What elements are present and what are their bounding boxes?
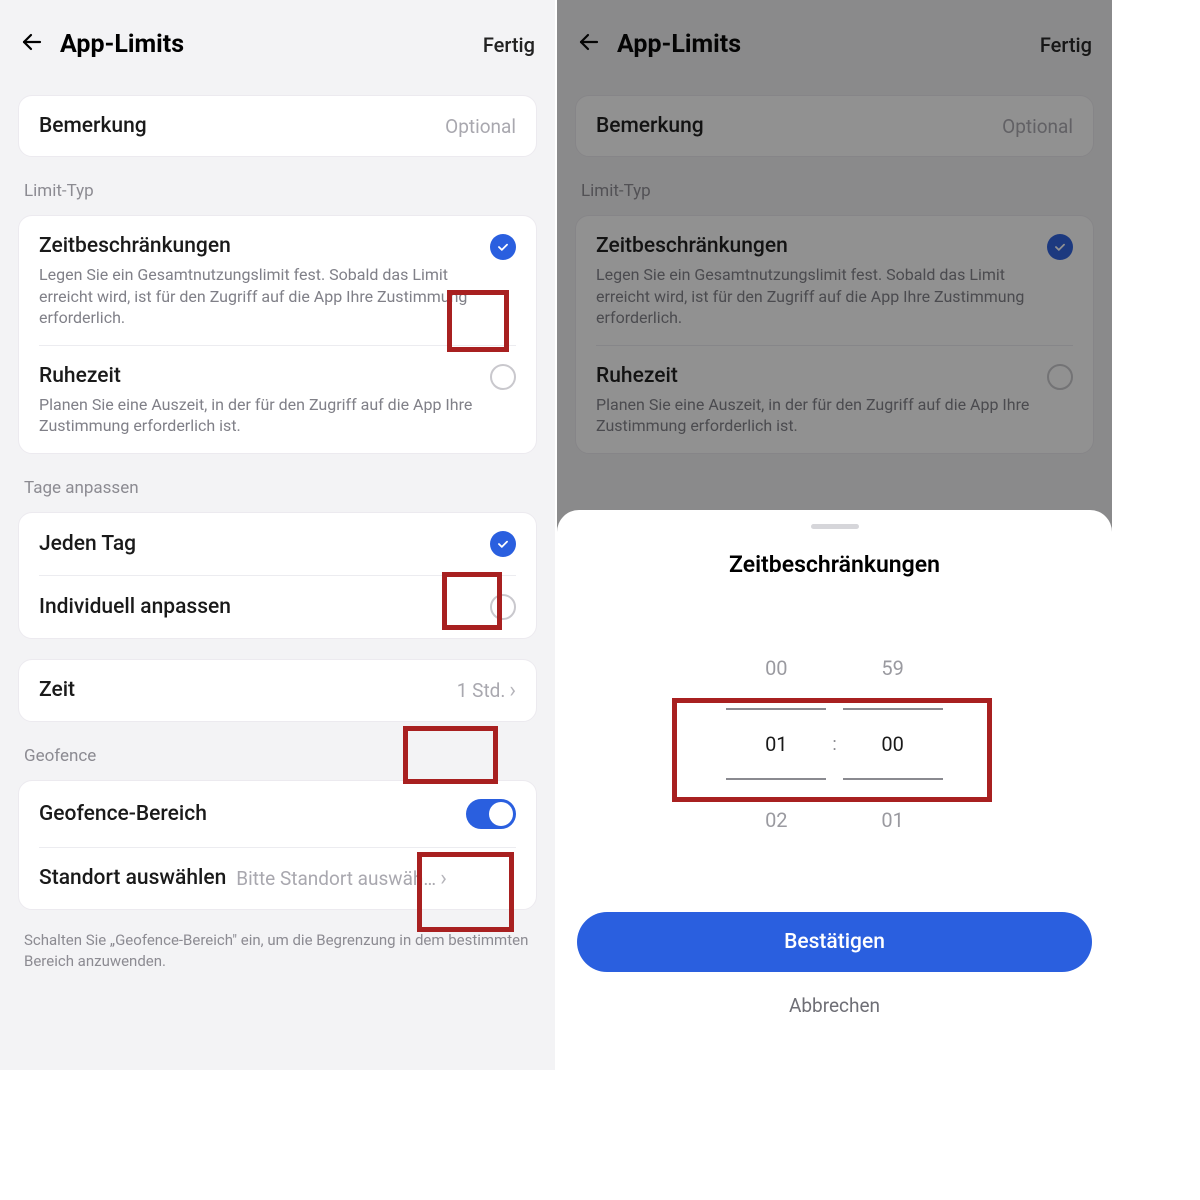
geofence-area-row[interactable]: Geofence-Bereich — [19, 781, 536, 847]
time-limit-radio-checked-icon[interactable] — [490, 234, 516, 260]
hours-next: 02 — [726, 780, 826, 860]
time-card: Zeit 1 Std. › — [18, 659, 537, 722]
select-location-label: Standort auswählen — [39, 866, 226, 890]
geofence-section: Geofence — [18, 742, 537, 780]
time-limit-option[interactable]: Zeitbeschränkungen Legen Sie ein Gesamtn… — [19, 216, 536, 345]
every-day-radio-checked-icon[interactable] — [490, 531, 516, 557]
time-limit-title: Zeitbeschränkungen — [39, 234, 490, 258]
hours-selected: 01 — [726, 708, 826, 780]
time-value: 1 Std. — [457, 679, 506, 702]
remark-label: Bemerkung — [39, 114, 445, 138]
downtime-option[interactable]: Ruhezeit Planen Sie eine Auszeit, in der… — [19, 346, 536, 453]
limit-type-card: Zeitbeschränkungen Legen Sie ein Gesamtn… — [18, 215, 537, 454]
hours-column[interactable]: 00 01 02 — [726, 628, 826, 860]
hours-prev: 00 — [726, 628, 826, 708]
remark-placeholder: Optional — [445, 115, 516, 138]
downtime-desc: Planen Sie eine Auszeit, in der für den … — [39, 394, 490, 437]
time-picker-sheet: Zeitbeschränkungen 00 01 02 : 59 00 01 B… — [557, 510, 1112, 1070]
sheet-title: Zeitbeschränkungen — [577, 551, 1092, 578]
geofence-card: Geofence-Bereich Standort auswählen Bitt… — [18, 780, 537, 910]
downtime-radio-unchecked-icon[interactable] — [490, 364, 516, 390]
back-arrow-icon[interactable] — [20, 30, 44, 59]
geofence-hint: Schalten Sie „Geofence-Bereich" ein, um … — [18, 930, 537, 982]
geofence-area-label: Geofence-Bereich — [39, 802, 466, 826]
time-row[interactable]: Zeit 1 Std. › — [19, 660, 536, 721]
time-limit-desc: Legen Sie ein Gesamtnutzungslimit fest. … — [39, 264, 490, 329]
time-picker[interactable]: 00 01 02 : 59 00 01 — [577, 628, 1092, 860]
days-section: Tage anpassen — [18, 474, 537, 512]
every-day-option[interactable]: Jeden Tag — [19, 513, 536, 575]
drag-handle-icon[interactable] — [811, 524, 859, 529]
custom-days-radio-unchecked-icon[interactable] — [490, 594, 516, 620]
time-separator: : — [826, 734, 842, 755]
right-screenshot: App-Limits Fertig Bemerkung Optional Lim… — [557, 0, 1112, 1070]
done-button[interactable]: Fertig — [483, 33, 535, 57]
select-location-value: Bitte Standort auswäh… — [236, 867, 436, 890]
remark-row[interactable]: Bemerkung Optional — [19, 96, 536, 156]
minutes-column[interactable]: 59 00 01 — [843, 628, 943, 860]
minutes-selected: 00 — [843, 708, 943, 780]
header-bar: App-Limits Fertig — [0, 0, 555, 95]
chevron-right-icon: › — [440, 866, 447, 891]
minutes-next: 01 — [843, 780, 943, 860]
limit-type-section: Limit-Typ — [18, 177, 537, 215]
remark-card: Bemerkung Optional — [18, 95, 537, 157]
content-area: Bemerkung Optional Limit-Typ Zeitbeschrä… — [0, 95, 555, 1002]
minutes-prev: 59 — [843, 628, 943, 708]
select-location-row[interactable]: Standort auswählen Bitte Standort auswäh… — [19, 848, 536, 909]
confirm-button[interactable]: Bestätigen — [577, 912, 1092, 972]
custom-days-label: Individuell anpassen — [39, 595, 490, 619]
page-title: App-Limits — [60, 30, 483, 59]
left-screenshot: App-Limits Fertig Bemerkung Optional Lim… — [0, 0, 555, 1070]
cancel-button[interactable]: Abbrechen — [577, 994, 1092, 1017]
downtime-title: Ruhezeit — [39, 364, 490, 388]
every-day-label: Jeden Tag — [39, 532, 490, 556]
geofence-toggle[interactable] — [466, 799, 516, 829]
time-label: Zeit — [39, 678, 457, 702]
days-card: Jeden Tag Individuell anpassen — [18, 512, 537, 639]
chevron-right-icon: › — [509, 678, 516, 703]
custom-days-option[interactable]: Individuell anpassen — [19, 576, 536, 638]
